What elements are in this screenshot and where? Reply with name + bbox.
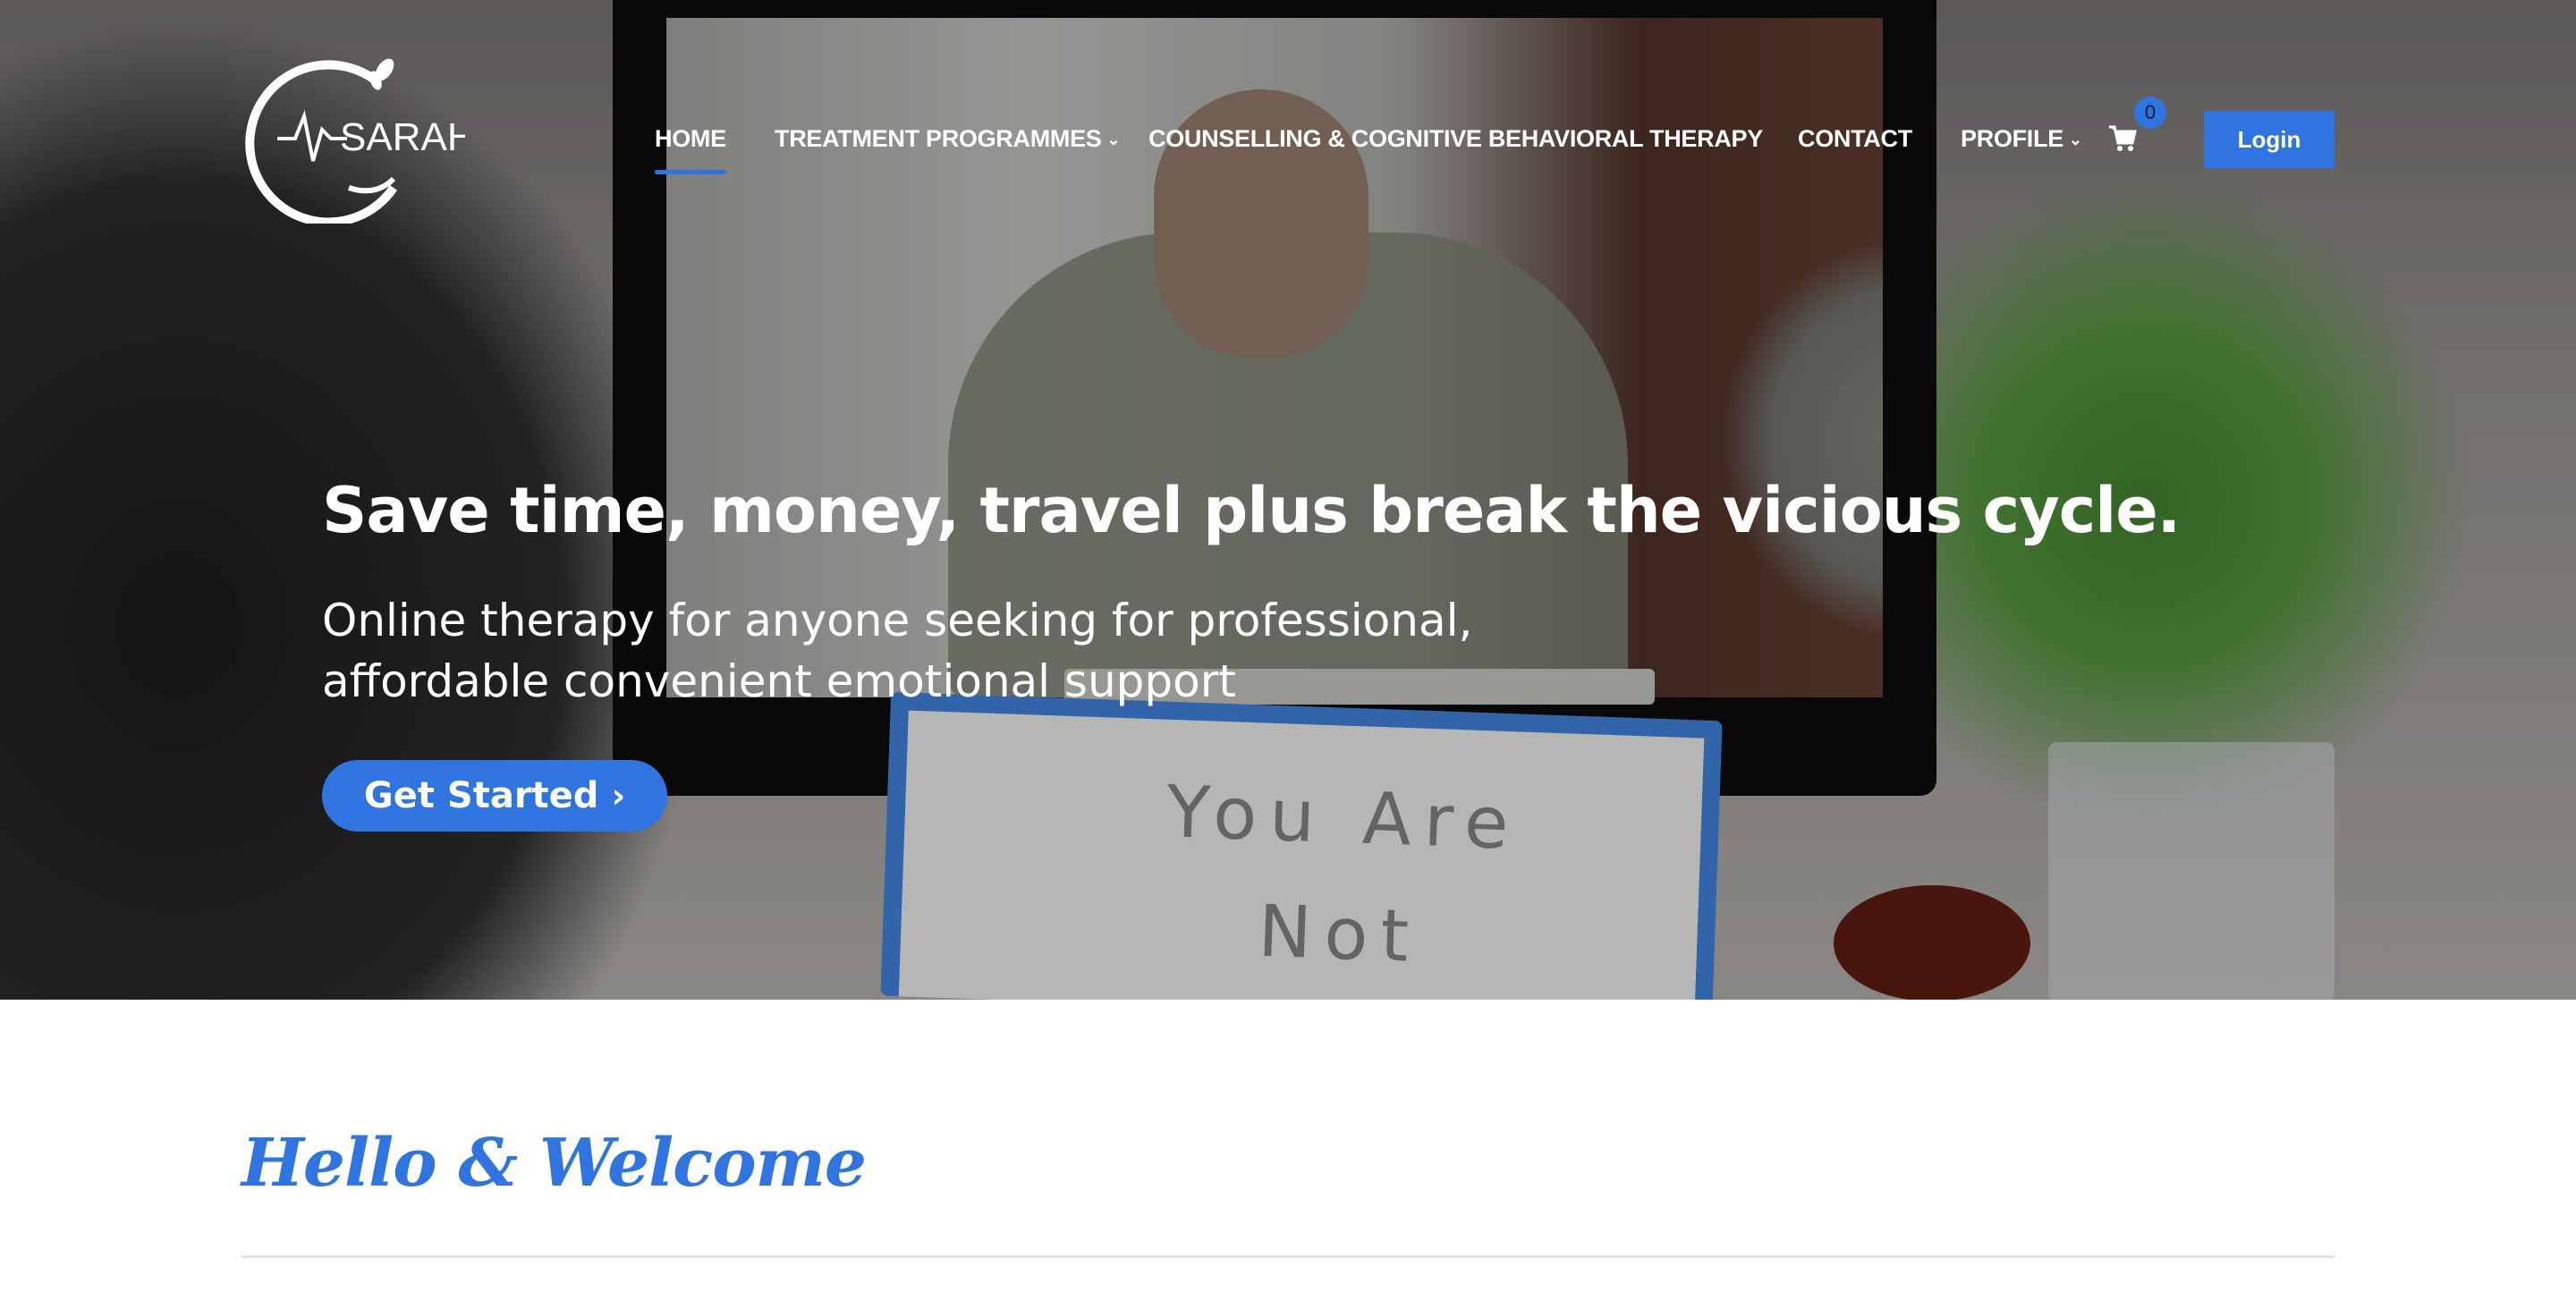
main-nav: HOME TREATMENT PROGRAMMES ⌄ COUNSELLING &… [0, 0, 2576, 179]
nav-profile-label: PROFILE [1961, 125, 2063, 152]
cart-count-badge: 0 [2134, 97, 2166, 129]
nav-counselling-cbt[interactable]: COUNSELLING & COGNITIVE BEHAVIORAL THERA… [1148, 125, 1763, 153]
nav-home[interactable]: HOME [655, 125, 726, 174]
welcome-heading: Hello & Welcome [242, 1125, 867, 1202]
shopping-cart-icon[interactable] [2107, 123, 2138, 154]
login-button[interactable]: Login [2204, 111, 2334, 168]
get-started-button[interactable]: Get Started › [322, 760, 667, 832]
hero-title: Save time, money, travel plus break the … [322, 474, 2181, 547]
nav-profile[interactable]: PROFILE ⌄ [1961, 125, 2082, 153]
nav-counselling-cbt-label: COUNSELLING & COGNITIVE BEHAVIORAL THERA… [1148, 125, 1763, 152]
nav-contact-label: CONTACT [1798, 125, 1912, 152]
nav-home-label: HOME [655, 125, 726, 152]
chevron-right-icon: › [611, 776, 626, 815]
section-divider [242, 1255, 2334, 1258]
chevron-down-icon: ⌄ [2068, 131, 2082, 149]
nav-treatment-programmes[interactable]: TREATMENT PROGRAMMES ⌄ [775, 125, 1121, 153]
chevron-down-icon: ⌄ [1106, 131, 1121, 149]
welcome-intro-text-cutoff [242, 1296, 2334, 1309]
hero-subtitle: Online therapy for anyone seeking for pr… [322, 595, 1473, 707]
nav-treatment-programmes-label: TREATMENT PROGRAMMES [775, 125, 1102, 152]
hero-section: You Are Not SARAH HOME TREATMENT PROGRAM… [0, 0, 2576, 1000]
nav-contact[interactable]: CONTACT [1798, 125, 1912, 153]
get-started-label: Get Started [363, 775, 599, 816]
